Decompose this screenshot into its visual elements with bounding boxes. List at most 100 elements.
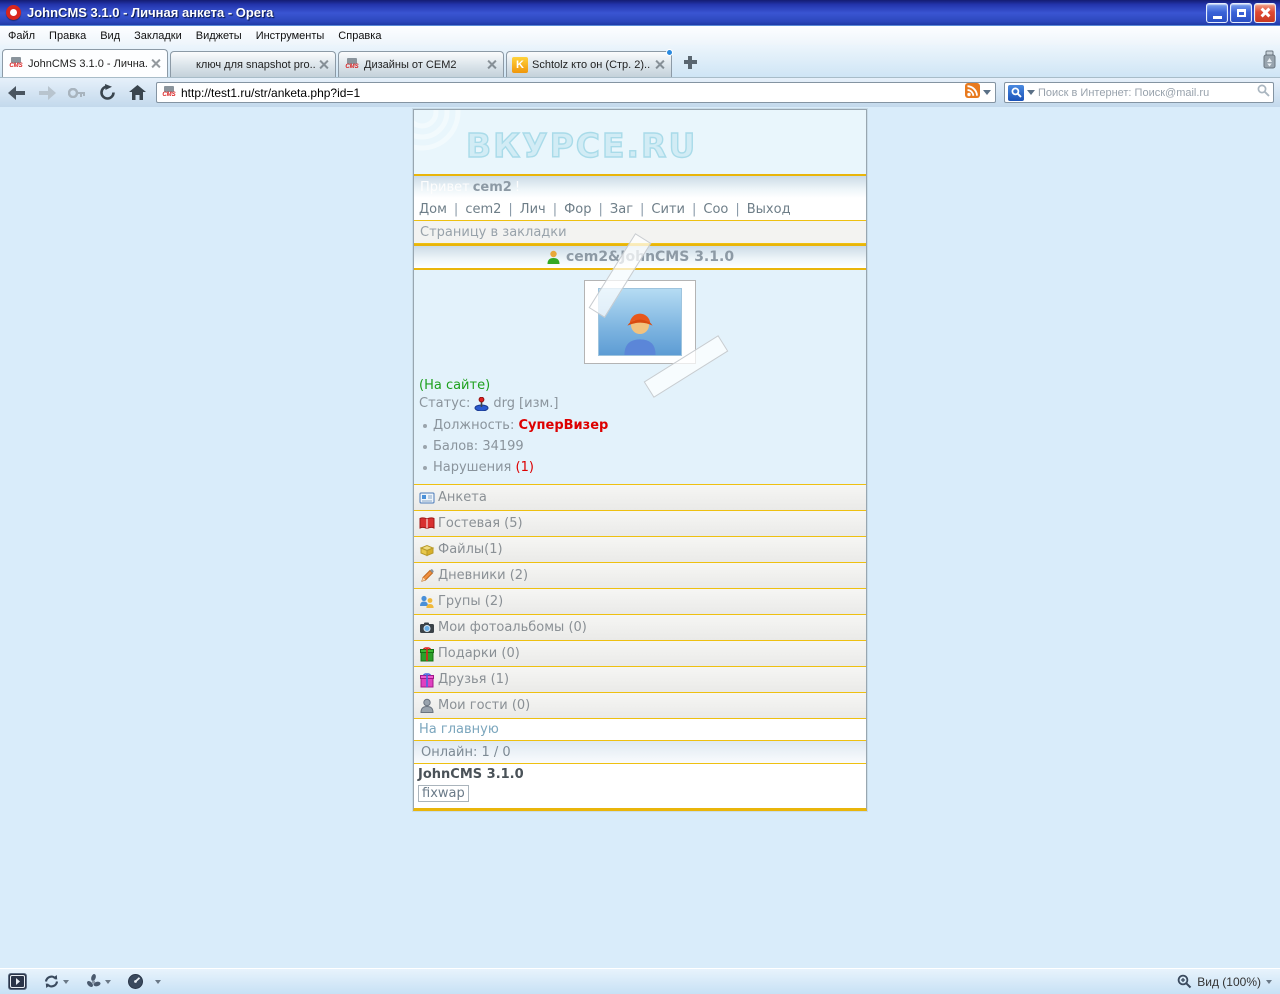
menu-help[interactable]: Справка	[338, 30, 381, 42]
close-icon[interactable]	[319, 59, 330, 70]
tab-cem2-designs[interactable]: CMS Дизайны от CEM2	[338, 51, 504, 77]
menu-item-label: Анкета	[438, 490, 487, 505]
menu-item-anketa[interactable]: Анкета	[414, 485, 866, 511]
status-edit-link[interactable]: [изм.]	[519, 396, 558, 411]
menu-tools[interactable]: Инструменты	[256, 30, 325, 42]
nav-downloads[interactable]: Заг	[610, 202, 633, 217]
panels-icon	[8, 973, 27, 990]
search-input[interactable]	[1038, 86, 1254, 99]
tab-schtolz[interactable]: K Schtolz кто он (Стр. 2)...	[506, 49, 673, 77]
position-value: СуперВизер	[518, 418, 609, 433]
menu-item-label: Дневники (2)	[438, 568, 529, 583]
close-icon[interactable]	[151, 58, 162, 69]
johncms-profile-page: ВКУРСЕ.RU Привет cem2 ! Дом | cem2 | Лич | …	[413, 109, 867, 811]
menu-edit[interactable]: Правка	[49, 30, 86, 42]
search-engine-dropdown-icon[interactable]	[1027, 90, 1035, 95]
search-go-icon[interactable]	[1257, 84, 1270, 102]
maximize-button[interactable]	[1230, 2, 1252, 23]
browser-viewport[interactable]: ВКУРСЕ.RU Привет cem2 ! Дом | cem2 | Лич | …	[0, 107, 1280, 968]
new-tab-button[interactable]	[680, 52, 702, 74]
chevron-down-icon[interactable]	[105, 979, 111, 984]
nav-logout[interactable]: Выход	[747, 202, 791, 217]
diary-icon	[421, 568, 434, 582]
site-logo: ВКУРСЕ.RU	[465, 125, 698, 165]
joystick-icon	[474, 396, 489, 411]
opera-link-button[interactable]	[43, 973, 69, 990]
search-box[interactable]	[1004, 82, 1274, 103]
tab-johncms-profile[interactable]: CMS JohnCMS 3.1.0 - Лична...	[2, 49, 168, 77]
vcard-icon	[419, 492, 435, 503]
gift-pink-icon	[420, 672, 434, 687]
points-label: Балов:	[433, 439, 479, 454]
url-input[interactable]	[181, 85, 961, 100]
points-value: 34199	[482, 439, 524, 454]
greeting-username: cem2	[472, 179, 512, 195]
profile-info-list: Должность: СуперВизер Балов: 34199 Наруш…	[419, 415, 861, 478]
nav-profile[interactable]: cem2	[465, 202, 501, 217]
menu-item-guestbook[interactable]: Гостевая (5)	[414, 511, 866, 537]
minimize-button[interactable]	[1206, 2, 1228, 23]
files-icon	[419, 544, 435, 556]
menu-item-gifts[interactable]: Подарки (0)	[414, 641, 866, 667]
home-icon[interactable]	[126, 82, 148, 104]
cms-icon: CMS	[161, 85, 177, 101]
footer-title: JohnCMS 3.1.0	[418, 767, 524, 782]
cms-icon: CMS	[344, 57, 360, 73]
close-icon[interactable]	[655, 59, 666, 70]
panels-toggle[interactable]	[8, 973, 27, 990]
rss-dropdown-icon[interactable]	[983, 90, 991, 95]
menu-widgets[interactable]: Виджеты	[196, 30, 242, 42]
window-controls	[1206, 2, 1276, 23]
nav-home[interactable]: Дом	[419, 202, 447, 217]
chevron-down-icon[interactable]	[1266, 979, 1272, 984]
nav-separator: |	[453, 201, 459, 217]
profile-menu: Анкета Гостевая (5) Файлы(1) Дневники (2	[414, 485, 866, 719]
user-header-title: cem2&JohnCMS 3.1.0	[565, 249, 735, 265]
cms-icon: CMS	[8, 56, 24, 72]
opera-unite-button[interactable]	[85, 973, 111, 990]
nav-city[interactable]: Сити	[651, 202, 685, 217]
k-favicon-icon: K	[512, 56, 528, 73]
menu-item-groups[interactable]: Групы (2)	[414, 589, 866, 615]
address-bar[interactable]: CMS	[156, 82, 996, 103]
menu-item-files[interactable]: Файлы(1)	[414, 537, 866, 563]
rss-icon[interactable]	[965, 82, 980, 103]
forward-icon[interactable]	[36, 82, 58, 104]
list-item: Должность: СуперВизер	[419, 415, 861, 436]
site-header: ВКУРСЕ.RU	[414, 110, 866, 174]
closed-tabs-trash-icon[interactable]	[1261, 50, 1278, 74]
close-button[interactable]	[1254, 2, 1276, 23]
reload-icon[interactable]	[96, 82, 118, 104]
menu-view[interactable]: Вид	[100, 30, 120, 42]
tab-activity-badge	[666, 49, 673, 56]
tab-snapshot-key[interactable]: ключ для snapshot pro...	[170, 51, 336, 77]
avatar	[584, 233, 729, 398]
window-titlebar[interactable]: JohnCMS 3.1.0 - Личная анкета - Opera	[0, 0, 1280, 26]
menu-item-friends[interactable]: Друзья (1)	[414, 667, 866, 693]
nav-forum[interactable]: Фор	[564, 202, 591, 217]
zoom-control[interactable]: Вид (100%)	[1177, 974, 1272, 989]
chevron-down-icon[interactable]	[63, 979, 69, 984]
profile-section: (На сайте) Статус: drg [изм.] Должность:…	[414, 233, 866, 485]
menu-item-photo-albums[interactable]: Мои фотоальбомы (0)	[414, 615, 866, 641]
search-engine-icon[interactable]	[1008, 84, 1024, 101]
menu-item-label: Гостевая (5)	[438, 516, 523, 531]
fixwap-link[interactable]: fixwap	[418, 785, 469, 802]
opera-turbo-button[interactable]	[127, 973, 161, 990]
home-link[interactable]: На главную	[414, 719, 866, 741]
menu-item-diaries[interactable]: Дневники (2)	[414, 563, 866, 589]
nav-personal[interactable]: Лич	[520, 202, 546, 217]
nav-separator: |	[735, 201, 740, 217]
menu-item-guests[interactable]: Мои гости (0)	[414, 693, 866, 719]
menu-bookmarks[interactable]: Закладки	[134, 30, 182, 42]
nav-separator: |	[691, 201, 697, 217]
nav-separator: |	[552, 201, 558, 217]
nav-messages[interactable]: Соо	[703, 202, 728, 217]
menu-file[interactable]: Файл	[8, 30, 35, 42]
close-icon[interactable]	[487, 59, 498, 70]
greeting-bar: Привет cem2 !	[414, 174, 866, 198]
back-icon[interactable]	[6, 82, 28, 104]
wand-password-icon[interactable]	[66, 82, 88, 104]
violations-count[interactable]: (1)	[516, 460, 534, 475]
chevron-down-icon[interactable]	[155, 979, 161, 984]
